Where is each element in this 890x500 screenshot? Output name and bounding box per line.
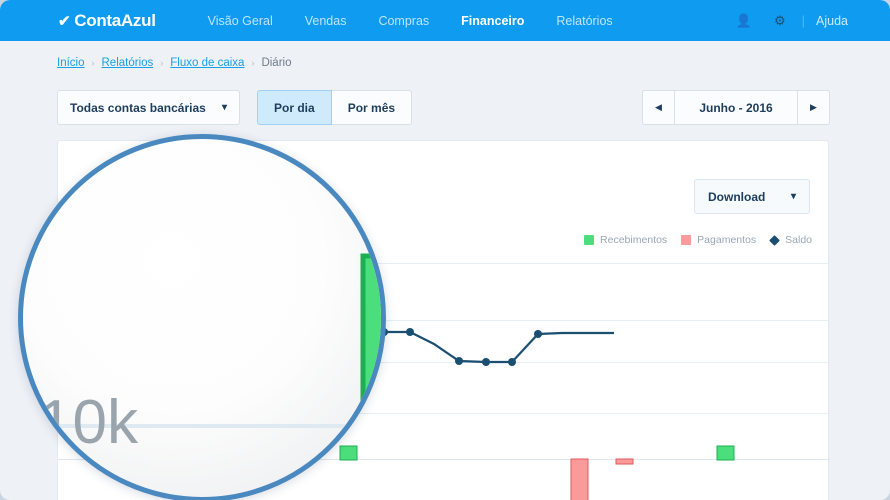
download-button-label: Download <box>708 189 766 204</box>
magnifier-content: 10k 0k <box>23 253 381 497</box>
magnifier-loupe: 10k 0k <box>18 134 386 500</box>
user-icon[interactable]: 👤 <box>736 14 752 27</box>
legend-item-recebimentos: Recebimentos <box>584 234 667 246</box>
filter-bar: Todas contas bancárias ▾ Por dia Por mês <box>57 90 413 125</box>
legend-swatch-recebimentos <box>584 235 595 245</box>
top-navbar: ✔ ContaAzul Visão Geral Vendas Compras F… <box>0 0 890 41</box>
chart-legend: Recebimentos Pagamentos Saldo <box>570 234 812 246</box>
breadcrumb-item-fluxo-de-caixa[interactable]: Fluxo de caixa <box>170 57 244 69</box>
brand-name: ContaAzul <box>74 10 156 30</box>
breadcrumb-item-inicio[interactable]: Início <box>57 57 85 69</box>
account-select[interactable]: Todas contas bancárias ▾ <box>57 90 240 125</box>
toggle-por-mes[interactable]: Por mês <box>331 90 413 125</box>
breadcrumb: Início › Relatórios › Fluxo de caixa › D… <box>57 57 291 69</box>
magnified-ytick-10k: 10k <box>38 388 139 457</box>
legend-label-pagamentos: Pagamentos <box>697 234 757 246</box>
chevron-down-icon: ▾ <box>221 102 227 113</box>
nav-item-financeiro[interactable]: Financeiro <box>445 14 540 28</box>
help-link[interactable]: Ajuda <box>816 14 848 28</box>
check-icon: ✔ <box>58 12 71 30</box>
toggle-por-dia[interactable]: Por dia <box>257 90 332 125</box>
breadcrumb-item-diario: Diário <box>261 57 292 69</box>
legend-item-saldo: Saldo <box>769 234 812 246</box>
triangle-right-icon[interactable]: ▶ <box>797 91 829 124</box>
breadcrumb-separator: › <box>160 58 164 68</box>
app-window: ✔ ContaAzul Visão Geral Vendas Compras F… <box>0 0 890 500</box>
nav-item-compras[interactable]: Compras <box>362 14 445 28</box>
nav-separator: | <box>801 13 806 28</box>
date-navigator: ◀ Junho - 2016 ▶ <box>642 90 830 125</box>
legend-item-pagamentos: Pagamentos <box>681 234 756 246</box>
triangle-left-icon[interactable]: ◀ <box>643 91 675 124</box>
legend-swatch-pagamentos <box>681 235 692 245</box>
breadcrumb-separator: › <box>251 58 255 68</box>
nav-item-vendas[interactable]: Vendas <box>289 14 363 28</box>
period-toggle-group: Por dia Por mês <box>257 90 413 125</box>
nav-links: Visão Geral Vendas Compras Financeiro Re… <box>192 14 629 28</box>
download-button[interactable]: Download ▾ <box>694 179 810 214</box>
legend-label-recebimentos: Recebimentos <box>600 234 668 246</box>
legend-swatch-saldo <box>769 234 781 246</box>
nav-right-group: 👤 ⚙ | Ajuda <box>725 0 848 41</box>
date-label: Junho - 2016 <box>699 100 773 115</box>
nav-item-relatorios[interactable]: Relatórios <box>540 14 628 28</box>
breadcrumb-separator: › <box>91 58 95 68</box>
nav-item-visao-geral[interactable]: Visão Geral <box>192 14 289 28</box>
breadcrumb-item-relatorios[interactable]: Relatórios <box>102 57 154 69</box>
legend-label-saldo: Saldo <box>785 234 812 246</box>
brand-logo[interactable]: ✔ ContaAzul <box>58 11 156 31</box>
account-select-value: Todas contas bancárias <box>70 100 206 115</box>
chevron-down-icon: ▾ <box>790 191 796 202</box>
gear-icon[interactable]: ⚙ <box>774 14 786 27</box>
